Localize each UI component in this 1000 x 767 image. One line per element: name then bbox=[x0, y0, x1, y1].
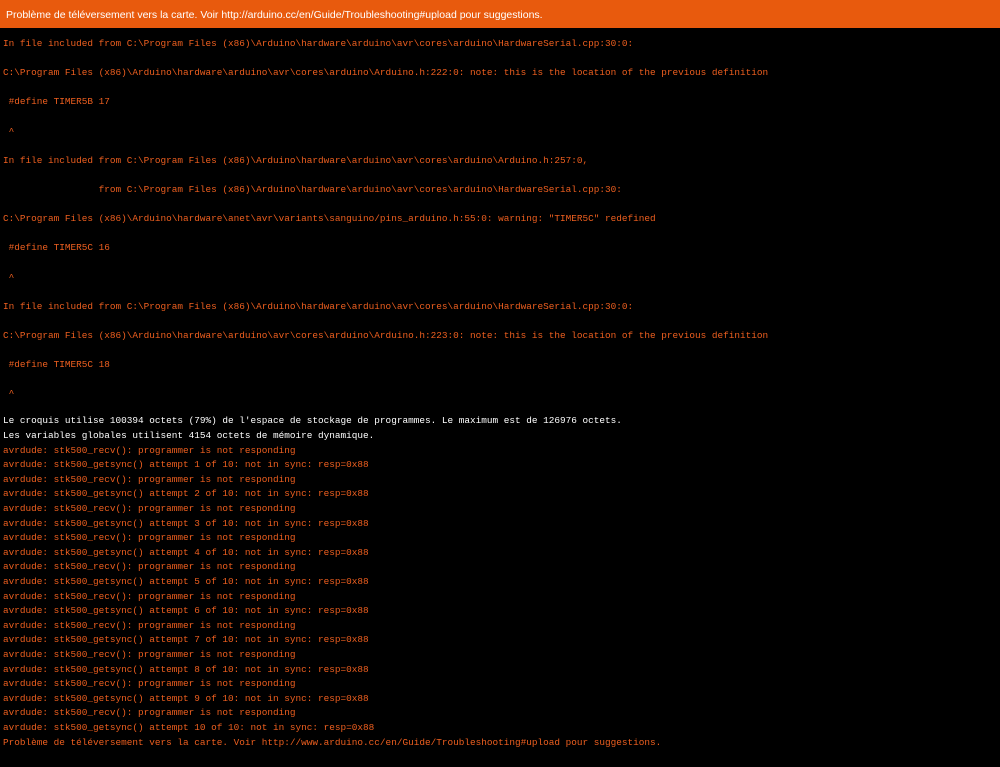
console-error-line: avrdude: stk500_getsync() attempt 4 of 1… bbox=[3, 546, 369, 558]
console-output-line: Le croquis utilise 100394 octets (79%) d… bbox=[3, 415, 622, 427]
console-error-line: avrdude: stk500_getsync() attempt 1 of 1… bbox=[3, 459, 369, 471]
console-error-line: avrdude: stk500_recv(): programmer is no… bbox=[3, 503, 296, 514]
console-error-line: avrdude: stk500_recv(): programmer is no… bbox=[3, 707, 296, 719]
console-error-line: #define TIMER5C 16 bbox=[3, 242, 110, 254]
console-error-line: ^ bbox=[3, 125, 15, 137]
console-error-line: C:\Program Files (x86)\Arduino\hardware\… bbox=[3, 67, 769, 79]
console-error-line: avrdude: stk500_recv(): programmer is no… bbox=[3, 473, 296, 485]
console-output-line: Les variables globales utilisent 4154 oc… bbox=[3, 430, 375, 442]
console-error-line: avrdude: stk500_getsync() attempt 5 of 1… bbox=[3, 575, 369, 587]
console-error-line: avrdude: stk500_getsync() attempt 6 of 1… bbox=[3, 605, 369, 617]
upload-error-status-bar: Problème de téléversement vers la carte.… bbox=[0, 0, 1000, 28]
console-error-line: Problème de téléversement vers la carte.… bbox=[3, 736, 662, 748]
console-error-line: ^ bbox=[3, 271, 15, 283]
console-error-line: #define TIMER5C 18 bbox=[3, 359, 110, 371]
console-error-line: avrdude: stk500_recv(): programmer is no… bbox=[3, 619, 296, 631]
status-message: Problème de téléversement vers la carte.… bbox=[6, 9, 543, 21]
console-error-line: In file included from C:\Program Files (… bbox=[3, 300, 634, 312]
console-error-line: avrdude: stk500_getsync() attempt 9 of 1… bbox=[3, 692, 369, 704]
console-error-line: #define TIMER5B 17 bbox=[3, 96, 110, 108]
console-error-line: avrdude: stk500_recv(): programmer is no… bbox=[3, 590, 296, 602]
console-error-line: In file included from C:\Program Files (… bbox=[3, 38, 634, 49]
console-error-line: avrdude: stk500_getsync() attempt 10 of … bbox=[3, 721, 375, 733]
console-error-line: avrdude: stk500_getsync() attempt 7 of 1… bbox=[3, 634, 369, 646]
console-error-line: In file included from C:\Program Files (… bbox=[3, 154, 589, 166]
console-error-line: avrdude: stk500_getsync() attempt 2 of 1… bbox=[3, 488, 369, 500]
console-error-line: avrdude: stk500_recv(): programmer is no… bbox=[3, 648, 296, 660]
console-error-line: avrdude: stk500_recv(): programmer is no… bbox=[3, 444, 296, 456]
console-error-line: avrdude: stk500_recv(): programmer is no… bbox=[3, 561, 296, 573]
console-error-line: ^ bbox=[3, 388, 15, 400]
console-error-line: from C:\Program Files (x86)\Arduino\hard… bbox=[3, 183, 622, 195]
console-error-line: avrdude: stk500_getsync() attempt 3 of 1… bbox=[3, 517, 369, 529]
console-error-line: C:\Program Files (x86)\Arduino\hardware\… bbox=[3, 213, 656, 225]
console-error-line: avrdude: stk500_recv(): programmer is no… bbox=[3, 532, 296, 544]
console-error-line: C:\Program Files (x86)\Arduino\hardware\… bbox=[3, 329, 769, 341]
console-error-line: avrdude: stk500_recv(): programmer is no… bbox=[3, 678, 296, 690]
console-output[interactable]: In file included from C:\Program Files (… bbox=[0, 28, 1000, 767]
console-error-line: avrdude: stk500_getsync() attempt 8 of 1… bbox=[3, 663, 369, 675]
